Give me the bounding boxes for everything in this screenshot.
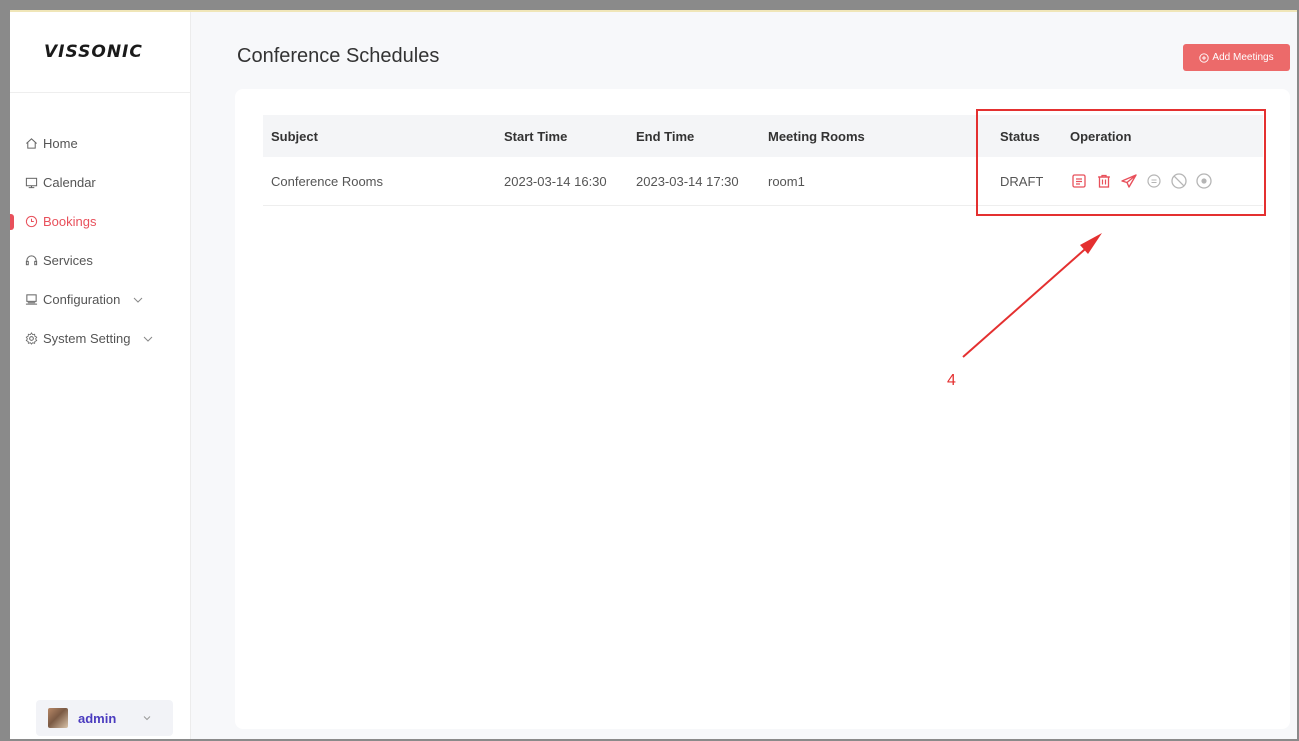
sidebar-item-bookings[interactable]: Bookings bbox=[10, 202, 190, 241]
add-meetings-button[interactable]: Add Meetings bbox=[1183, 44, 1290, 71]
gear-icon bbox=[25, 332, 38, 345]
annotation-label: 4 bbox=[947, 372, 956, 389]
chevron-down-icon[interactable] bbox=[142, 713, 152, 723]
calendar-icon bbox=[25, 177, 38, 189]
sidebar-item-home[interactable]: Home bbox=[10, 124, 190, 163]
end-time-cell: 2023-03-14 17:30 bbox=[636, 173, 739, 189]
sidebar-nav: Home Calendar Bookings Services Configur… bbox=[10, 124, 190, 358]
sidebar-item-label: Calendar bbox=[43, 174, 96, 190]
sidebar: VISSONIC Home Calendar Bookings Services bbox=[10, 12, 191, 739]
sidebar-item-label: Home bbox=[43, 135, 78, 151]
meeting-room-cell: room1 bbox=[768, 173, 805, 189]
subject-cell: Conference Rooms bbox=[271, 173, 383, 189]
user-menu[interactable]: admin bbox=[36, 700, 173, 736]
avatar bbox=[48, 708, 68, 728]
chevron-down-icon[interactable] bbox=[142, 333, 154, 345]
sidebar-item-configuration[interactable]: Configuration bbox=[10, 280, 190, 319]
column-header: End Time bbox=[636, 128, 695, 144]
sidebar-item-calendar[interactable]: Calendar bbox=[10, 163, 190, 202]
sidebar-item-label: System Setting bbox=[43, 330, 131, 346]
logo: VISSONIC bbox=[44, 42, 143, 62]
highlight-box bbox=[976, 109, 1266, 216]
sidebar-item-system-setting[interactable]: System Setting bbox=[10, 319, 190, 358]
divider bbox=[10, 92, 190, 93]
add-meetings-label: Add Meetings bbox=[1212, 52, 1274, 63]
start-time-cell: 2023-03-14 16:30 bbox=[504, 173, 607, 189]
column-header: Subject bbox=[271, 128, 318, 144]
sidebar-item-label: Configuration bbox=[43, 291, 121, 307]
column-header: Start Time bbox=[504, 128, 568, 144]
clock-icon bbox=[25, 215, 38, 228]
column-header: Meeting Rooms bbox=[768, 128, 865, 144]
chevron-down-icon[interactable] bbox=[132, 294, 144, 306]
page-title: Conference Schedules bbox=[237, 45, 440, 67]
sidebar-item-label: Bookings bbox=[43, 213, 97, 229]
sidebar-item-services[interactable]: Services bbox=[10, 241, 190, 280]
plus-circle-icon bbox=[1199, 52, 1210, 63]
sidebar-item-label: Services bbox=[43, 252, 93, 268]
home-icon bbox=[26, 138, 37, 149]
headset-icon bbox=[25, 255, 38, 266]
user-name: admin bbox=[78, 710, 117, 726]
monitor-icon bbox=[25, 294, 38, 305]
